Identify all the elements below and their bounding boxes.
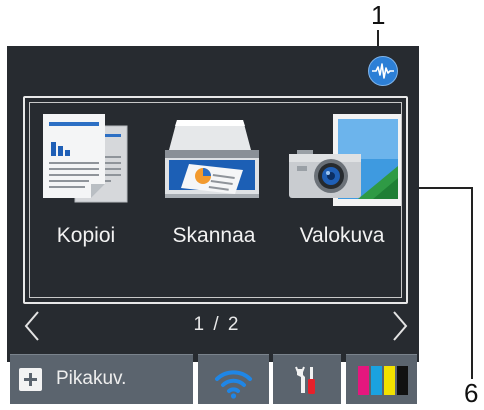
tile-scan[interactable]: Skannaa	[155, 108, 273, 298]
waveform-icon	[368, 56, 398, 86]
ink-icon	[358, 366, 408, 395]
settings-button[interactable]	[273, 354, 341, 404]
copy-icon	[27, 108, 145, 218]
wifi-button[interactable]	[198, 354, 269, 404]
ink-button[interactable]	[346, 354, 417, 404]
tile-copy[interactable]: Kopioi	[27, 108, 145, 298]
scan-icon	[155, 108, 273, 218]
shortcuts-button[interactable]: Pikakuv.	[10, 354, 193, 404]
chevron-right-icon	[393, 311, 408, 341]
tile-copy-label: Kopioi	[56, 224, 116, 247]
tile-photo-label: Valokuva	[299, 224, 385, 247]
callout-1: 1	[371, 0, 386, 30]
page-indicator: 1 / 2	[193, 314, 241, 335]
wifi-icon	[215, 370, 252, 399]
chevron-left-icon	[24, 311, 39, 341]
settings-icon	[295, 366, 315, 394]
wireless-status-icon[interactable]	[368, 56, 398, 86]
previous-page-arrow[interactable]	[21, 308, 45, 344]
touchscreen-display: Kopioi Skannaa Valokuva 1 / 2 Pikakuv.	[7, 46, 419, 404]
photo-icon	[283, 108, 403, 218]
tile-scan-label: Skannaa	[172, 224, 256, 247]
tile-photo[interactable]: Valokuva	[283, 108, 403, 298]
shortcuts-label: Pikakuv.	[56, 368, 127, 389]
leader-line-6b	[471, 187, 473, 379]
callout-6: 6	[464, 378, 479, 408]
plus-icon	[19, 368, 42, 391]
next-page-arrow[interactable]	[387, 308, 411, 344]
